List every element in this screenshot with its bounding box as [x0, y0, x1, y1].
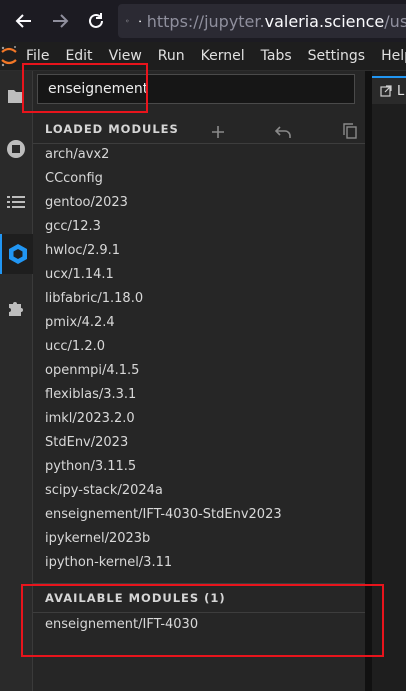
url-bar[interactable]: https://jupyter.valeria.science/use [118, 4, 406, 38]
loaded-module-item[interactable]: ucx/1.14.1 [33, 263, 365, 287]
highlight-available-box [21, 584, 384, 657]
loaded-module-item[interactable]: enseignement/IFT-4030-StdEnv2023 [33, 503, 365, 527]
loaded-module-item[interactable]: gentoo/2023 [33, 191, 365, 215]
stop-circle-icon [7, 140, 25, 158]
reload-icon [89, 13, 103, 28]
menu-run[interactable]: Run [150, 42, 193, 70]
lock-icon [138, 19, 141, 23]
plus-icon [212, 126, 224, 138]
menu-help[interactable]: Help [373, 42, 406, 70]
menu-kernel[interactable]: Kernel [193, 42, 253, 70]
loaded-module-item[interactable]: ucc/1.2.0 [33, 335, 365, 359]
menu-tabs[interactable]: Tabs [253, 42, 300, 70]
loaded-modules-title: LOADED MODULES [45, 122, 179, 136]
loaded-module-item[interactable]: imkl/2023.2.0 [33, 407, 365, 431]
loaded-module-item[interactable]: python/3.11.5 [33, 455, 365, 479]
loaded-module-item[interactable]: pmix/4.2.4 [33, 311, 365, 335]
loaded-module-item[interactable]: CCconfig [33, 167, 365, 191]
loaded-modules-header: LOADED MODULES [33, 115, 365, 143]
hexagon-icon [9, 244, 27, 264]
softwares-tab[interactable] [0, 234, 34, 274]
loaded-module-item[interactable]: ipython-kernel/3.11 [33, 551, 365, 575]
jupyter-logo-icon [1, 46, 17, 67]
menu-settings[interactable]: Settings [300, 42, 373, 70]
reload-button[interactable] [81, 6, 111, 36]
loaded-modules-list: arch/avx2 CCconfig gentoo/2023 gcc/12.3 hwlo… [33, 143, 365, 575]
url-text: https://jupyter.valeria.science/use [146, 11, 406, 31]
back-button[interactable] [9, 6, 39, 36]
loaded-module-item[interactable]: libfabric/1.18.0 [33, 287, 365, 311]
arrow-left-icon [15, 14, 31, 28]
loaded-module-item[interactable]: hwloc/2.9.1 [33, 239, 365, 263]
forward-button[interactable] [45, 6, 75, 36]
loaded-module-item[interactable]: StdEnv/2023 [33, 431, 365, 455]
document-tab[interactable]: L [372, 76, 406, 104]
loaded-module-item[interactable]: gcc/12.3 [33, 215, 365, 239]
shield-icon [126, 19, 129, 23]
highlight-filter-box [22, 63, 148, 113]
document-tab-label: L [397, 83, 405, 99]
browser-toolbar: https://jupyter.valeria.science/use [0, 0, 406, 42]
running-tab[interactable] [0, 129, 32, 169]
external-link-icon [380, 85, 392, 97]
list-icon [7, 196, 25, 208]
copy-icon [343, 123, 357, 139]
toc-tab[interactable] [0, 182, 32, 222]
extensions-tab[interactable] [0, 288, 32, 328]
loaded-module-item[interactable]: scipy-stack/2024a [33, 479, 365, 503]
arrow-right-icon [53, 14, 69, 28]
loaded-module-item[interactable]: flexiblas/3.3.1 [33, 383, 365, 407]
jupyter-logo [0, 42, 18, 70]
loaded-module-item[interactable]: openmpi/4.1.5 [33, 359, 365, 383]
puzzle-icon [9, 302, 23, 316]
loaded-module-item[interactable]: arch/avx2 [33, 143, 365, 167]
loaded-module-item[interactable]: ipykernel/2023b [33, 527, 365, 551]
undo-icon [274, 126, 291, 138]
